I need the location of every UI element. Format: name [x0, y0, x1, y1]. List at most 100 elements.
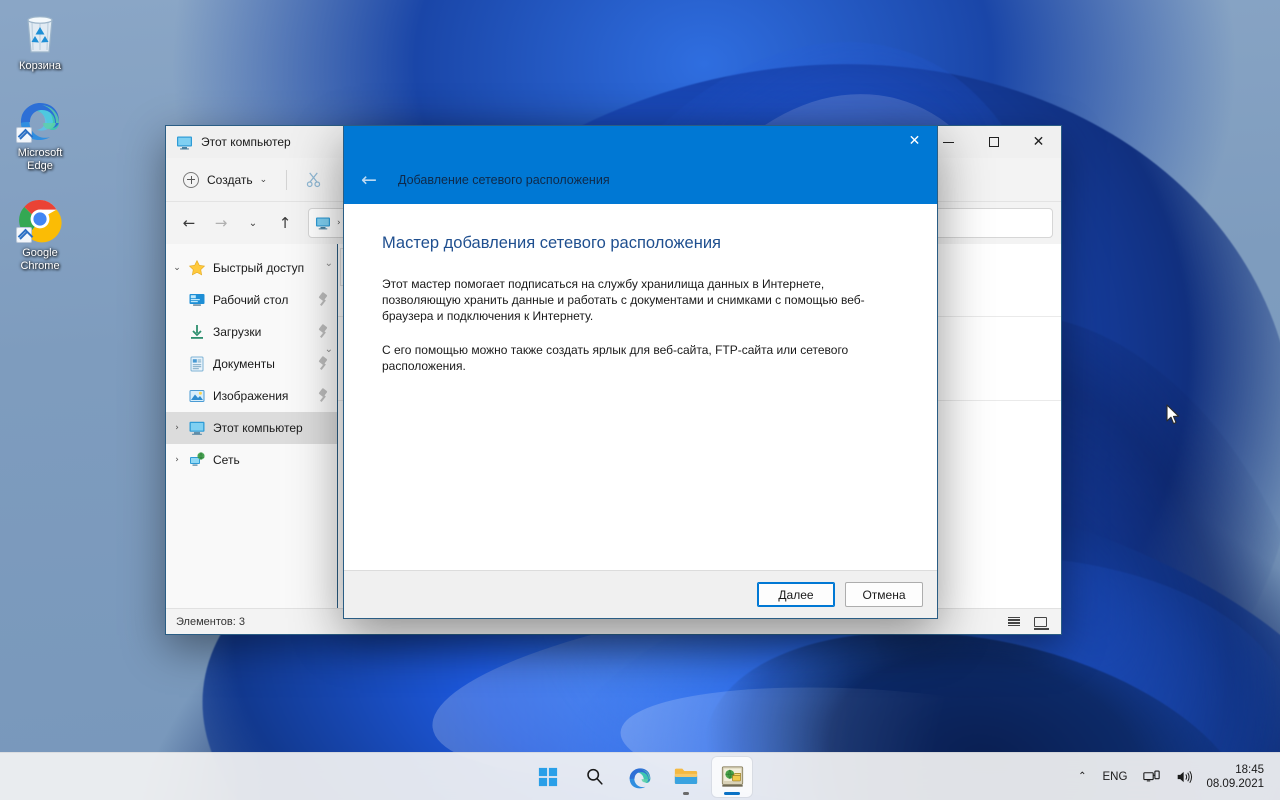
forward-button[interactable]: →: [206, 208, 236, 238]
chevron-down-icon[interactable]: ⌄: [166, 263, 188, 273]
desktop-icon-google-chrome[interactable]: Google Chrome: [2, 195, 78, 273]
pin-icon[interactable]: [317, 325, 329, 339]
this-pc-icon: [188, 419, 206, 437]
breadcrumb-chevron-icon: ›: [337, 218, 341, 228]
up-button[interactable]: ↑: [270, 208, 300, 238]
chrome-icon: [16, 195, 64, 243]
wizard-paragraph: С его помощью можно также создать ярлык …: [382, 343, 849, 373]
wizard-header: ← Добавление сетевого расположения: [344, 156, 937, 204]
close-button[interactable]: ✕: [1016, 126, 1061, 158]
sidebar-item-pictures[interactable]: Изображения: [166, 380, 337, 412]
add-network-location-wizard[interactable]: ✕ ← Добавление сетевого расположения Мас…: [343, 125, 938, 619]
chevron-right-icon[interactable]: ›: [166, 423, 188, 433]
system-tray: ⌃ ENG 18:45 08.09.2021: [1071, 753, 1280, 800]
back-button[interactable]: ←: [174, 208, 204, 238]
details-view-button[interactable]: [1003, 612, 1025, 632]
pictures-icon: [188, 387, 206, 405]
star-icon: [188, 259, 206, 277]
network-tray-button[interactable]: [1136, 757, 1167, 797]
desktop-icon-recycle-bin[interactable]: Корзина: [2, 8, 78, 73]
next-button[interactable]: Далее: [757, 582, 835, 607]
downloads-icon: [188, 323, 206, 341]
explorer-title: Этот компьютер: [201, 135, 291, 149]
wizard-paragraph: Этот мастер помогает подписаться на служ…: [382, 277, 865, 323]
edge-icon: [629, 767, 651, 788]
sidebar-item-label: Документы: [213, 357, 275, 371]
sidebar-item-label: Загрузки: [213, 325, 262, 339]
shortcut-overlay-icon: [16, 127, 32, 143]
taskbar-app-group: [528, 756, 752, 797]
desktop-icon-label: Google Chrome: [20, 247, 60, 272]
chevron-right-icon[interactable]: ›: [166, 455, 188, 465]
chevron-down-icon: ⌄: [259, 174, 268, 185]
clock-time: 18:45: [1235, 763, 1264, 776]
desktop-folder-icon: [188, 291, 206, 309]
language-indicator[interactable]: ENG: [1096, 757, 1135, 797]
pin-icon[interactable]: [317, 357, 329, 371]
search-button[interactable]: [574, 757, 614, 797]
desktop-icon-label: Microsoft Edge: [17, 147, 63, 172]
shortcut-overlay-icon: [16, 227, 32, 243]
edge-icon: [16, 95, 64, 143]
sidebar-item-desktop[interactable]: Рабочий стол: [166, 284, 337, 316]
sidebar-item-quick-access[interactable]: ⌄ Быстрый доступ: [166, 252, 337, 284]
chevron-up-icon: ⌃: [1078, 771, 1087, 782]
desktop-icon-microsoft-edge[interactable]: Microsoft Edge: [2, 95, 78, 173]
wizard-footer: Далее Отмена: [344, 570, 937, 618]
sidebar-item-network[interactable]: › Сеть: [166, 444, 337, 476]
clock-date: 08.09.2021: [1206, 777, 1264, 790]
sidebar-item-label: Рабочий стол: [213, 293, 289, 307]
network-wizard-icon: [721, 766, 743, 787]
desktop: Корзина Microsoft Edge Google Chrome Это…: [0, 0, 1280, 800]
cancel-button[interactable]: Отмена: [845, 582, 923, 607]
file-explorer-icon: [674, 768, 698, 784]
new-button-label: Создать: [207, 172, 253, 187]
wizard-titlebar[interactable]: ✕: [344, 126, 937, 156]
back-arrow-icon: ←: [361, 169, 377, 191]
tray-overflow-button[interactable]: ⌃: [1071, 757, 1093, 797]
start-button[interactable]: [528, 757, 568, 797]
this-pc-icon: [315, 215, 331, 231]
sidebar-item-downloads[interactable]: Загрузки: [166, 316, 337, 348]
desktop-icon-label: Корзина: [19, 60, 61, 72]
sidebar-scroll-chevron-icon[interactable]: ⌄: [325, 258, 333, 269]
large-icons-view-button[interactable]: [1029, 612, 1051, 632]
view-toggle-group: [1003, 612, 1051, 632]
search-icon: [586, 768, 603, 785]
wizard-close-button[interactable]: ✕: [892, 126, 937, 156]
scissors-icon: [306, 172, 320, 188]
desktop-icon-list: Корзина Microsoft Edge Google Chrome: [0, 8, 80, 295]
wizard-header-title: Добавление сетевого расположения: [398, 173, 610, 187]
volume-tray-icon: [1178, 770, 1193, 783]
pin-icon[interactable]: [317, 389, 329, 403]
sidebar-scroll-chevron-icon[interactable]: ⌄: [325, 344, 333, 355]
wizard-back-button[interactable]: ←: [352, 163, 386, 197]
cut-button[interactable]: [297, 165, 329, 195]
this-pc-icon: [176, 134, 193, 151]
edge-taskbar-button[interactable]: [620, 757, 660, 797]
sidebar-item-label: Быстрый доступ: [213, 261, 305, 275]
sidebar-item-documents[interactable]: Документы: [166, 348, 337, 380]
sidebar-item-label: Изображения: [213, 389, 289, 403]
taskbar: ⌃ ENG 18:45 08.09.2021: [0, 752, 1280, 800]
toolbar-divider: [286, 169, 288, 190]
sidebar-item-label: Сеть: [213, 453, 240, 467]
clock[interactable]: 18:45 08.09.2021: [1202, 757, 1272, 797]
maximize-button[interactable]: [971, 126, 1016, 158]
file-explorer-taskbar-button[interactable]: [666, 757, 706, 797]
wizard-heading: Мастер добавления сетевого расположения: [382, 234, 721, 252]
network-wizard-taskbar-button[interactable]: [712, 756, 752, 797]
taskbar-active-indicator: [724, 791, 740, 795]
network-tray-icon: [1143, 769, 1161, 781]
recent-locations-button[interactable]: ⌄: [238, 208, 268, 238]
sidebar-item-this-pc[interactable]: › Этот компьютер: [166, 412, 337, 444]
item-count-label: Элементов: 3: [176, 615, 245, 628]
recycle-bin-icon: [16, 8, 64, 56]
new-button[interactable]: Создать ⌄: [174, 165, 276, 195]
volume-tray-button[interactable]: [1169, 757, 1200, 797]
network-icon: [188, 451, 206, 469]
pin-icon[interactable]: [317, 293, 329, 307]
wizard-content: Мастер добавления сетевого расположения …: [344, 204, 937, 570]
explorer-window-controls: ✕: [926, 126, 1061, 158]
plus-icon: [183, 171, 199, 188]
